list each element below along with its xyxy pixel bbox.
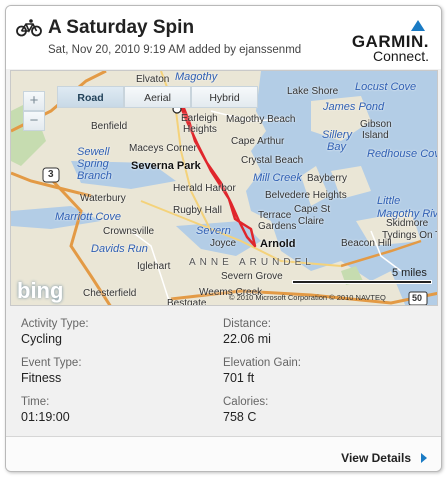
activity-stats: Activity Type: Cycling Distance: 22.06 m…: [6, 308, 441, 436]
stat-event-type: Event Type: Fitness: [21, 357, 221, 385]
stat-value: Cycling: [21, 332, 62, 346]
card-footer: View Details: [6, 436, 441, 471]
connect-wordmark: Connect.: [372, 48, 429, 64]
map-label: Severna Park: [131, 160, 201, 172]
map-scale-label: 5 miles: [392, 267, 427, 279]
map-label: Waterbury: [80, 193, 126, 204]
stat-label: Calories:: [223, 396, 269, 408]
zoom-in-button[interactable]: +: [23, 91, 45, 111]
activity-card: A Saturday Spin Sat, Nov 20, 2010 9:19 A…: [5, 5, 442, 472]
garmin-connect-logo[interactable]: GARMIN. Connect.: [345, 20, 429, 64]
map-label: Cape Arthur: [231, 136, 285, 147]
map-label: Severn: [196, 225, 231, 237]
map-label: Bestgate: [167, 298, 207, 306]
map-label: Crownsville: [103, 226, 155, 237]
map-label: Gibson: [360, 119, 392, 130]
garmin-triangle-icon: [411, 20, 425, 31]
route-50-label: 50: [412, 293, 423, 303]
activity-title[interactable]: A Saturday Spin: [48, 17, 194, 39]
stat-value: 22.06 mi: [223, 332, 271, 346]
route-map[interactable]: + − Road Aerial Hybrid Elvaton Magothy B…: [10, 70, 438, 306]
card-header: A Saturday Spin Sat, Nov 20, 2010 9:19 A…: [6, 6, 441, 69]
map-label: Davids Run: [91, 243, 148, 255]
map-label: Little: [377, 195, 401, 207]
map-type-road[interactable]: Road: [57, 86, 124, 108]
map-copyright: © 2010 Microsoft Corporation © 2010 NAVT…: [229, 293, 386, 302]
stat-activity-type: Activity Type: Cycling: [21, 318, 221, 346]
stat-label: Time:: [21, 396, 50, 408]
map-label: Claire: [298, 216, 325, 227]
map-label: Severn Grove: [221, 271, 283, 282]
map-scale-bar: [292, 280, 432, 284]
map-label: ANNE ARUNDEL: [189, 257, 315, 268]
map-label: Tydings On T: [382, 230, 438, 241]
chevron-right-icon[interactable]: [421, 453, 427, 463]
stat-time: Time: 01:19:00: [21, 396, 221, 424]
map-label: Locust Cove: [355, 81, 417, 93]
activity-subtitle: Sat, Nov 20, 2010 9:19 AM added by ejans…: [48, 44, 302, 56]
map-type-aerial[interactable]: Aerial: [124, 86, 191, 108]
stat-value: Fitness: [21, 371, 62, 385]
map-label: Redhouse Cove: [367, 148, 437, 160]
map-label: Skidmore: [386, 218, 429, 229]
stat-label: Distance:: [223, 318, 271, 330]
map-label: Belvedere Heights: [265, 190, 347, 201]
map-label: Branch: [77, 170, 112, 182]
map-label: Bay: [327, 141, 346, 153]
map-label: Island: [362, 130, 389, 141]
map-label: Earleigh: [181, 113, 218, 124]
view-details-link[interactable]: View Details: [341, 451, 411, 465]
map-label: Arnold: [260, 238, 296, 250]
map-label: Elvaton: [136, 74, 170, 85]
bing-logo[interactable]: bing: [17, 278, 63, 304]
map-label: Bayberry: [307, 173, 348, 184]
map-label: Sewell: [77, 146, 110, 158]
stat-calories: Calories: 758 C: [223, 396, 423, 424]
map-label: Iglehart: [137, 261, 171, 272]
map-label: Gardens: [258, 221, 297, 232]
map-label: Cape St: [294, 204, 331, 215]
map-label: Heights: [183, 124, 217, 135]
map-label: Spring: [77, 158, 109, 170]
stat-elevation-gain: Elevation Gain: 701 ft: [223, 357, 423, 385]
map-label: Lake Shore: [287, 86, 339, 97]
map-label: James Pond: [323, 101, 385, 113]
map-label: Magothy Beach: [226, 114, 296, 125]
map-label: Mill Creek: [253, 172, 302, 184]
map-label: Marriott Cove: [55, 211, 122, 223]
map-label: Maceys Corner: [129, 143, 197, 154]
route-3-label: 3: [48, 169, 54, 180]
map-label: Rugby Hall: [173, 205, 222, 216]
map-label: Joyce: [210, 238, 237, 249]
stat-label: Activity Type:: [21, 318, 89, 330]
map-label: Chesterfield: [83, 288, 137, 299]
stat-value: 758 C: [223, 410, 257, 424]
stat-label: Event Type:: [21, 357, 82, 369]
map-label: Terrace: [258, 210, 292, 221]
map-label: Magothy: [175, 71, 218, 83]
map-type-hybrid[interactable]: Hybrid: [191, 86, 258, 108]
map-label: Herald Harbor: [173, 183, 236, 194]
map-label: Benfield: [91, 121, 128, 132]
stat-distance: Distance: 22.06 mi: [223, 318, 423, 346]
zoom-out-button[interactable]: −: [23, 111, 45, 131]
map-label: Crystal Beach: [241, 155, 304, 166]
stat-value: 01:19:00: [21, 410, 70, 424]
bicycle-icon: [16, 19, 42, 37]
map-label: Sillery: [322, 129, 352, 141]
stat-label: Elevation Gain:: [223, 357, 301, 369]
stat-value: 701 ft: [223, 371, 255, 385]
